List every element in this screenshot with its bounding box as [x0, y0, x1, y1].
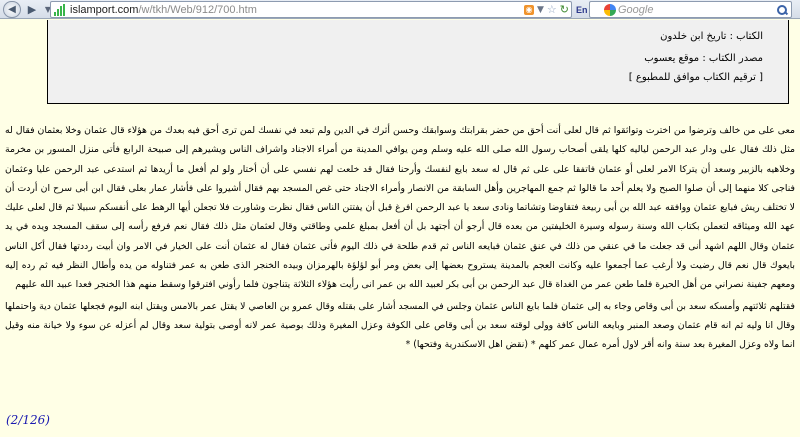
address-bar-actions: ◉ ▼ ☆ ↻ [523, 2, 569, 17]
book-info-box: الكتاب : تاريخ ابن خلدون مصدر الكتاب : م… [47, 20, 789, 104]
language-label: En [576, 4, 588, 15]
address-bar[interactable]: islamport.com/w/tkh/Web/912/700.htm ◉ ▼ … [50, 1, 572, 18]
text-paragraph: معى على من خالف وترضوا من اخترت وتواثقوا… [5, 125, 795, 291]
book-text: معى على من خالف وترضوا من اخترت وتواثقوا… [5, 121, 795, 355]
browser-toolbar: ◀ ▶ ▼ islamport.com/w/tkh/Web/912/700.ht… [0, 0, 800, 19]
url-host: islamport.com [70, 3, 139, 16]
search-icon[interactable] [776, 4, 788, 16]
text-paragraph: فقتلهم ثلاثتهم وأمسكه سعد بن أبى وقاص وج… [5, 300, 795, 351]
book-source: مصدر الكتاب : موقع يعسوب [644, 53, 763, 64]
back-arrow-icon: ◀ [8, 3, 16, 15]
address-url: islamport.com/w/tkh/Web/912/700.htm [70, 4, 257, 16]
back-button[interactable]: ◀ [3, 0, 21, 18]
google-engine-icon[interactable] [604, 3, 616, 16]
book-title: الكتاب : تاريخ ابن خلدون [660, 31, 763, 42]
book-numbering-note: [ ترقيم الكتاب موافق للمطبوع ] [628, 72, 763, 83]
bookmark-star-icon[interactable]: ☆ [547, 3, 557, 16]
site-favicon-icon [54, 3, 66, 16]
reload-icon[interactable]: ↻ [560, 3, 569, 16]
forward-arrow-icon: ▶ [27, 2, 37, 16]
url-path: /w/tkh/Web/912/700.htm [138, 3, 257, 16]
forward-button[interactable]: ▶ [24, 2, 40, 16]
language-indicator[interactable]: En [576, 1, 588, 18]
rss-feed-icon[interactable]: ◉ [523, 4, 534, 15]
search-placeholder: Google [618, 3, 654, 16]
search-box[interactable]: Google [589, 1, 792, 18]
page-number: (2/126) [6, 413, 50, 427]
url-dropdown-icon[interactable]: ▼ [537, 5, 544, 15]
